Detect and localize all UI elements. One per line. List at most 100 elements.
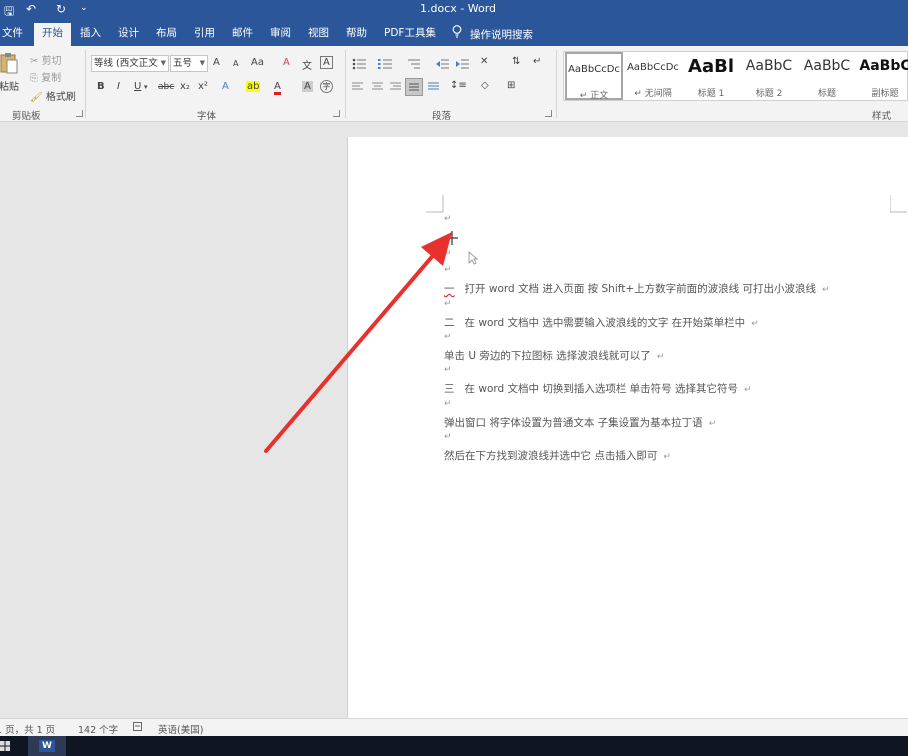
- justify-icon[interactable]: [405, 78, 423, 96]
- title-bar: 🖫 ↶ ↻ ⌄ 1.docx - Word: [0, 0, 908, 20]
- style-normal[interactable]: AaBbCcDc ↵ 正文: [565, 52, 623, 101]
- borders-icon[interactable]: ⊞: [507, 80, 515, 91]
- clear-formatting-button[interactable]: A: [283, 57, 290, 68]
- highlight-button[interactable]: ab: [246, 81, 261, 92]
- cut-button[interactable]: ✂ 剪切: [30, 52, 62, 67]
- tab-insert[interactable]: 插入: [72, 23, 109, 46]
- tab-design[interactable]: 设计: [110, 23, 147, 46]
- paragraph-mark: ↵: [444, 265, 452, 275]
- style-title[interactable]: AaBbC 标题: [798, 52, 856, 100]
- paragraph-mark: ↵: [663, 452, 671, 462]
- format-painter-label: 格式刷: [45, 92, 76, 103]
- distributed-icon[interactable]: [428, 82, 440, 95]
- italic-button[interactable]: I: [117, 81, 120, 92]
- style-name: 标题 2: [755, 89, 783, 99]
- paragraph-group-label: 段落: [432, 111, 452, 122]
- chinese-layout-button[interactable]: ✕: [480, 56, 488, 67]
- tab-view[interactable]: 视图: [300, 23, 337, 46]
- align-center-icon[interactable]: [372, 82, 384, 95]
- style-no-spacing[interactable]: AaBbCcDc ↵ 无间隔: [624, 52, 682, 100]
- style-heading-2[interactable]: AaBbC 标题 2: [740, 52, 798, 100]
- paragraph-mark: ↵: [444, 249, 452, 259]
- document-line-2[interactable]: 二 在 word 文档中 选中需要输入波浪线的文字 在开始菜单栏中 ↵: [444, 315, 759, 330]
- line-text: 打开 word 文档 进入页面 按 Shift+上方数字前面的波浪线 可打出小波…: [464, 283, 817, 295]
- tab-file[interactable]: 文件: [0, 23, 31, 46]
- tab-pdf-tools[interactable]: PDF工具集: [376, 23, 444, 46]
- language-indicator[interactable]: 英语(美国): [158, 722, 203, 736]
- increase-indent-icon[interactable]: [456, 58, 470, 73]
- line-text: 然后在下方找到波浪线并选中它 点击插入即可: [444, 450, 658, 462]
- tab-references[interactable]: 引用: [186, 23, 223, 46]
- document-line-6[interactable]: 然后在下方找到波浪线并选中它 点击插入即可 ↵: [444, 448, 671, 463]
- paste-button[interactable]: 粘贴: [0, 78, 19, 93]
- show-hide-marks-icon[interactable]: ↵: [533, 56, 541, 67]
- font-size-combo[interactable]: 五号 ▼: [170, 55, 208, 72]
- align-right-icon[interactable]: [390, 82, 402, 95]
- shading-icon[interactable]: ◇: [481, 80, 489, 91]
- bullets-icon[interactable]: [352, 58, 374, 73]
- grow-font-button[interactable]: A: [213, 57, 220, 68]
- paragraph-launcher-icon[interactable]: [545, 110, 552, 117]
- style-subtitle[interactable]: AaBbC 副标题: [856, 52, 908, 100]
- sort-icon[interactable]: ⇅: [512, 56, 520, 67]
- subscript-button[interactable]: x₂: [180, 81, 190, 92]
- chevron-down-icon: ▼: [160, 59, 166, 67]
- underline-dropdown-icon[interactable]: ▾: [144, 83, 148, 91]
- underline-button[interactable]: U: [134, 81, 141, 92]
- superscript-button[interactable]: x²: [198, 81, 208, 92]
- line-text: 在 word 文档中 切换到插入选项栏 单击符号 选择其它符号: [464, 383, 739, 395]
- enclose-characters-button[interactable]: 字: [320, 80, 333, 93]
- character-shading-button[interactable]: A: [302, 81, 313, 92]
- tab-help[interactable]: 帮助: [338, 23, 375, 46]
- paragraph-mark: ↵: [751, 319, 759, 329]
- tab-review[interactable]: 审阅: [262, 23, 299, 46]
- clipboard-launcher-icon[interactable]: [76, 110, 83, 117]
- ribbon: 粘贴 ✂ 剪切 ⎘ 复制 🖌 格式刷 剪贴板 等线 (西文正文 ▼ 五号 ▼ A A…: [0, 46, 908, 122]
- change-case-button[interactable]: Aa: [251, 57, 264, 68]
- document-line-4[interactable]: 三 在 word 文档中 切换到插入选项栏 单击符号 选择其它符号 ↵: [444, 381, 752, 396]
- mouse-pointer-icon: [468, 251, 479, 268]
- windows-start-icon[interactable]: [0, 741, 10, 754]
- style-preview: AaBbCcDc: [627, 62, 679, 73]
- font-name-combo[interactable]: 等线 (西文正文 ▼: [91, 55, 169, 72]
- paragraph-mark: ↵: [444, 332, 452, 342]
- document-line-1[interactable]: 一 打开 word 文档 进入页面 按 Shift+上方数字前面的波浪线 可打出…: [444, 281, 830, 296]
- tab-layout[interactable]: 布局: [148, 23, 185, 46]
- paragraph-mark: ↵: [444, 214, 452, 224]
- document-page[interactable]: ↵ ↵ ↵ 一 打开 word 文档 进入页面 按 Shift+上方数字前面的波…: [347, 137, 908, 718]
- numbering-icon[interactable]: [378, 58, 400, 73]
- paragraph-mark: ↵: [444, 399, 452, 409]
- copy-label: 复制: [41, 73, 62, 84]
- tab-home[interactable]: 开始: [34, 23, 71, 46]
- line-spacing-icon[interactable]: ↕≡: [450, 80, 467, 91]
- multilevel-list-icon[interactable]: [406, 58, 428, 73]
- align-left-icon[interactable]: [352, 82, 364, 95]
- bold-button[interactable]: B: [97, 81, 105, 92]
- tell-me-label: 操作说明搜索: [470, 29, 533, 41]
- decrease-indent-icon[interactable]: [436, 58, 450, 73]
- clipboard-group-label: 剪贴板: [12, 111, 41, 122]
- word-count[interactable]: 142 个字: [78, 722, 118, 736]
- document-line-3[interactable]: 单击 U 旁边的下拉图标 选择波浪线就可以了 ↵: [444, 348, 664, 363]
- text-effects-button[interactable]: A: [222, 81, 229, 92]
- document-line-5[interactable]: 弹出窗口 将字体设置为普通文本 子集设置为基本拉丁语 ↵: [444, 415, 716, 430]
- phonetic-guide-button[interactable]: 文: [302, 57, 312, 72]
- group-divider: [345, 50, 346, 118]
- page-count[interactable]: 1 页，共 1 页: [0, 722, 55, 736]
- strikethrough-button[interactable]: abc: [158, 82, 174, 92]
- font-color-button[interactable]: A: [274, 81, 281, 95]
- style-preview: AaBl: [688, 56, 734, 77]
- tell-me-search[interactable]: 操作说明搜索: [452, 25, 533, 42]
- character-border-button[interactable]: A: [320, 56, 333, 69]
- paragraph-mark: ↵: [444, 365, 452, 375]
- proofing-icon[interactable]: [133, 722, 144, 735]
- font-launcher-icon[interactable]: [333, 110, 340, 117]
- format-painter-button[interactable]: 🖌 格式刷: [30, 88, 76, 103]
- copy-button[interactable]: ⎘ 复制: [30, 69, 61, 84]
- line-number: 二: [444, 317, 455, 329]
- tab-mailings[interactable]: 邮件: [224, 23, 261, 46]
- style-heading-1[interactable]: AaBl 标题 1: [682, 52, 740, 100]
- shrink-font-button[interactable]: A: [233, 59, 238, 68]
- font-name-value: 等线 (西文正文: [94, 58, 158, 69]
- word-taskbar-button[interactable]: W: [28, 736, 66, 756]
